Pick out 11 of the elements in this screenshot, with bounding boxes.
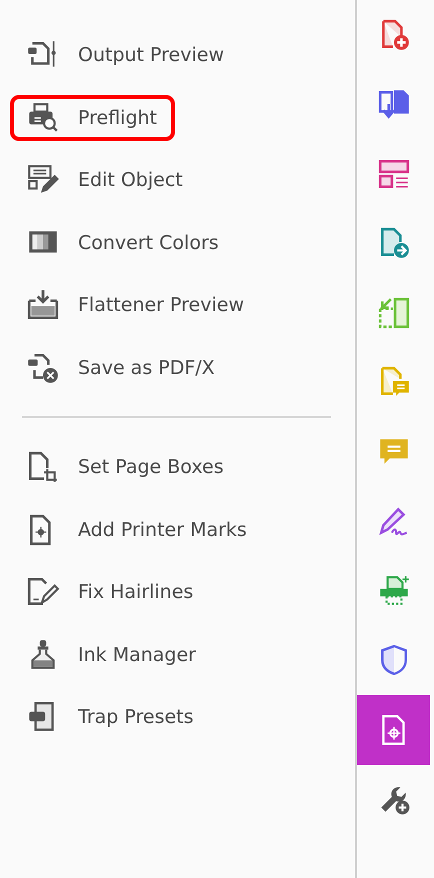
tool-menu-item[interactable]: Fix Hairlines — [10, 569, 212, 616]
tool-menu-item[interactable]: Output Preview — [10, 32, 242, 78]
tool-menu-item[interactable]: Trap Presets — [10, 694, 212, 740]
tool-menu-item[interactable]: Add Printer Marks — [10, 506, 265, 553]
tool-menu-item[interactable]: Save as PDF/X — [10, 344, 233, 391]
tool-menu-item[interactable]: Flattener Preview — [10, 282, 262, 328]
tool-menu-item[interactable]: Edit Object — [10, 157, 201, 204]
tool-menu-item[interactable]: Ink Manager — [10, 632, 214, 678]
tool-menu-item[interactable]: Set Page Boxes — [10, 444, 242, 490]
tool-menu-item[interactable]: Convert Colors — [10, 220, 237, 266]
tool-menu-item[interactable]: Preflight — [10, 94, 176, 141]
